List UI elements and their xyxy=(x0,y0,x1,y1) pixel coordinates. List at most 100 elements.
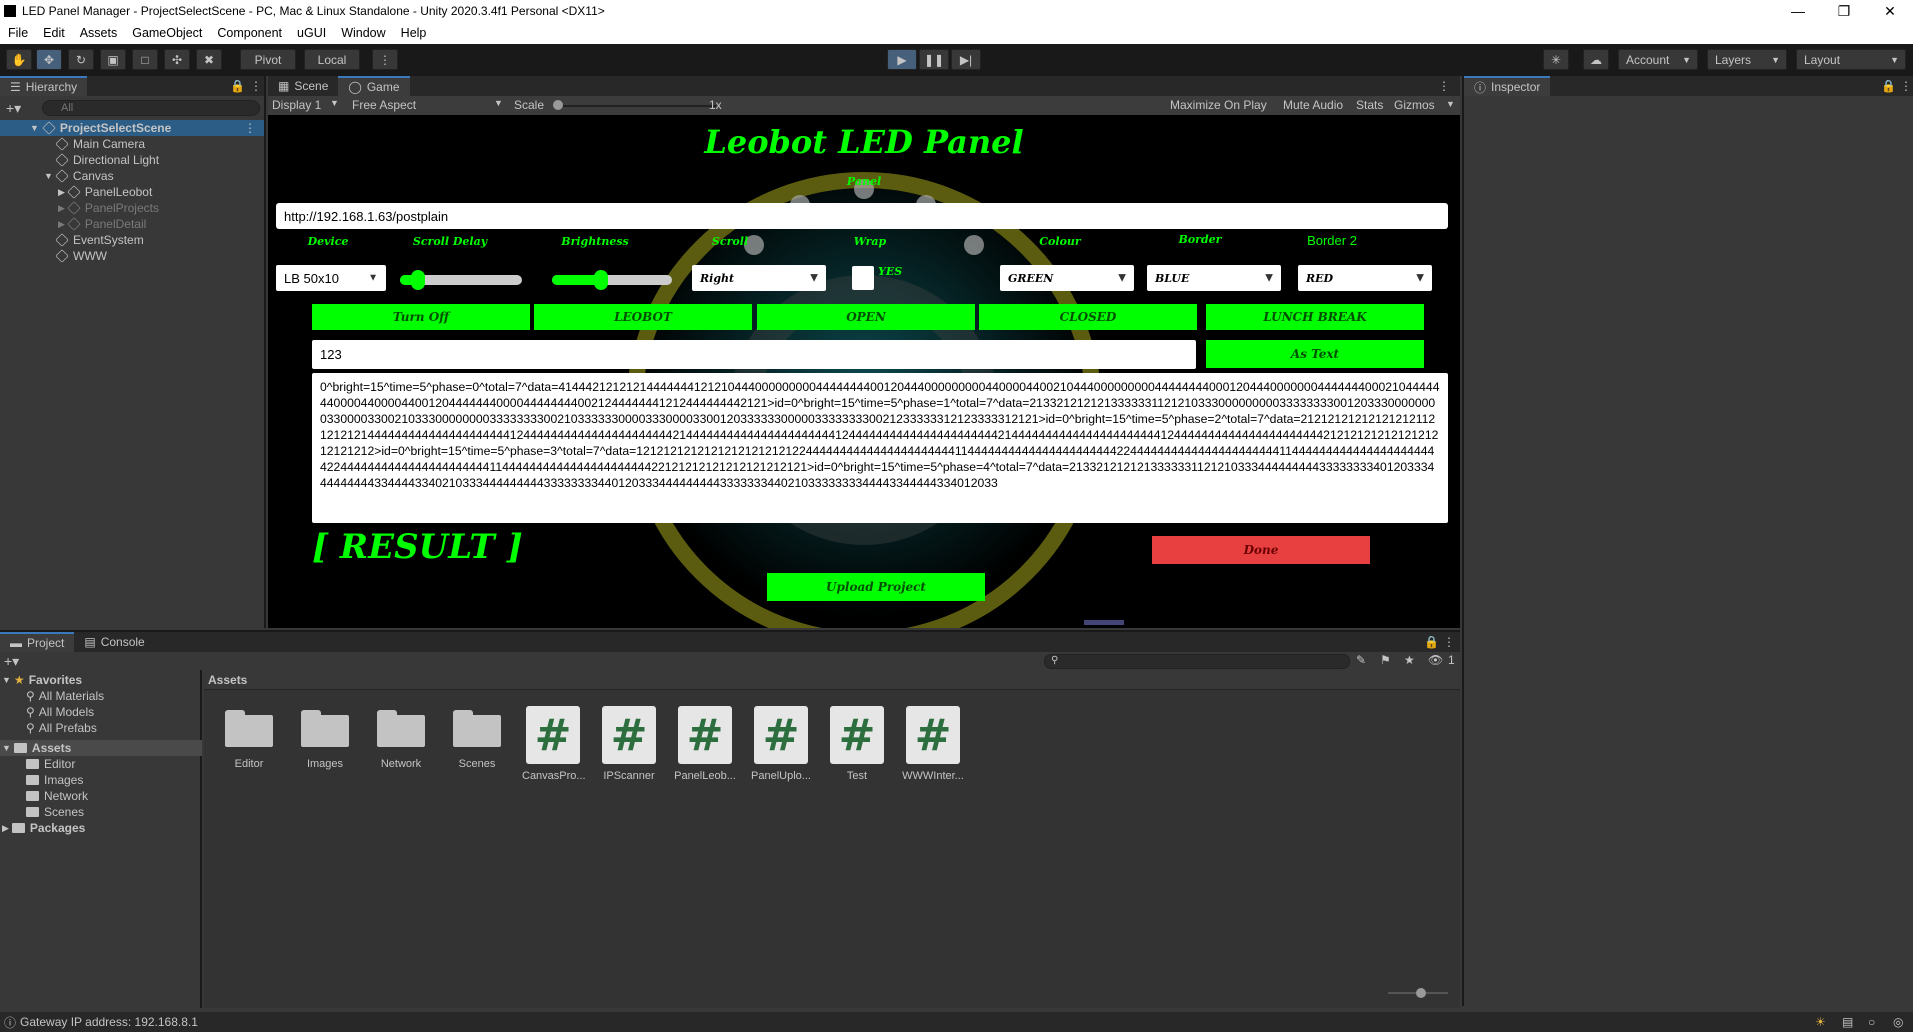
hierarchy-item-paneldetail[interactable]: ▶ PanelDetail xyxy=(0,216,264,232)
collapse-arrow-icon[interactable]: ▶ xyxy=(2,823,9,834)
stats-toggle[interactable]: Stats xyxy=(1356,98,1383,112)
lunch-break-button[interactable]: LUNCH BREAK xyxy=(1206,304,1424,330)
maximize-icon[interactable]: ❐ xyxy=(1821,0,1867,22)
menu-file[interactable]: File xyxy=(0,26,35,40)
border-dropdown[interactable]: BLUE ▼ xyxy=(1147,265,1281,291)
tab-scene[interactable]: ▦ Scene xyxy=(268,76,339,96)
hierarchy-item-scene[interactable]: ▼ ProjectSelectScene ⋮ xyxy=(0,120,264,136)
menu-ugui[interactable]: uGUI xyxy=(289,26,333,40)
custom-tool-icon[interactable]: ✖ xyxy=(196,49,222,70)
gizmos-toggle[interactable]: Gizmos xyxy=(1394,98,1435,112)
hierarchy-search-input[interactable] xyxy=(42,100,260,116)
asset-item[interactable]: # PanelUplo... xyxy=(750,706,812,782)
aspect-dropdown[interactable]: Free Aspect xyxy=(352,98,416,112)
collab-icon[interactable]: ✳ xyxy=(1543,49,1569,70)
collapse-arrow-icon[interactable]: ▶ xyxy=(58,219,65,230)
step-button[interactable]: ▶| xyxy=(951,49,981,70)
asset-item[interactable]: # CanvasPro... xyxy=(522,706,586,782)
open-button[interactable]: OPEN xyxy=(757,304,975,330)
asset-item[interactable]: Editor xyxy=(218,706,280,770)
scroll-delay-thumb[interactable] xyxy=(411,270,425,290)
done-button[interactable]: Done xyxy=(1152,536,1370,564)
turn-off-button[interactable]: Turn Off xyxy=(312,304,530,330)
kebab-menu-icon[interactable]: ⋮ xyxy=(1443,635,1455,649)
tree-editor[interactable]: Editor xyxy=(0,756,202,772)
minimize-icon[interactable]: — xyxy=(1775,0,1821,22)
close-icon[interactable]: ✕ xyxy=(1867,0,1913,22)
hierarchy-item-www[interactable]: WWW xyxy=(0,248,264,264)
hierarchy-item-eventsystem[interactable]: EventSystem xyxy=(0,232,264,248)
asset-item[interactable]: # Test xyxy=(826,706,888,782)
collapse-arrow-icon[interactable]: ▶ xyxy=(58,203,65,214)
tab-project[interactable]: ▬ Project xyxy=(0,632,75,652)
hierarchy-item-canvas[interactable]: ▼ Canvas xyxy=(0,168,264,184)
favorite-all-materials[interactable]: ⚲ All Materials xyxy=(0,688,202,704)
tab-console[interactable]: ▤ Console xyxy=(74,632,155,652)
kebab-menu-icon[interactable]: ⋮ xyxy=(250,79,262,93)
kebab-menu-icon[interactable]: ⋮ xyxy=(1900,79,1912,93)
hand-tool-icon[interactable]: ✋ xyxy=(6,49,32,70)
cloud-icon[interactable]: ☁ xyxy=(1583,49,1609,70)
lock-icon[interactable]: 🔒 xyxy=(1881,79,1896,93)
debug-icon[interactable]: ◎ xyxy=(1893,1015,1903,1029)
pause-button[interactable]: ❚❚ xyxy=(919,49,949,70)
transform-tool-icon[interactable]: ✣ xyxy=(164,49,190,70)
menu-help[interactable]: Help xyxy=(393,26,434,40)
play-button[interactable]: ▶ xyxy=(887,49,917,70)
rect-tool-icon[interactable]: □ xyxy=(132,49,158,70)
scale-tool-icon[interactable]: ▣ xyxy=(100,49,126,70)
hierarchy-item-main-camera[interactable]: Main Camera xyxy=(0,136,264,152)
wrap-checkbox[interactable] xyxy=(852,266,874,290)
tab-inspector[interactable]: ⓘ Inspector xyxy=(1464,76,1551,96)
menu-gameobject[interactable]: GameObject xyxy=(124,26,209,40)
asset-item[interactable]: # PanelLeob... xyxy=(674,706,736,782)
rotate-tool-icon[interactable]: ↻ xyxy=(68,49,94,70)
breadcrumb-assets[interactable]: Assets xyxy=(208,673,247,687)
display-dropdown[interactable]: Display 1 xyxy=(272,98,321,112)
as-text-button[interactable]: As Text xyxy=(1206,340,1424,368)
tab-hierarchy[interactable]: ☰ Hierarchy xyxy=(0,76,88,96)
kebab-menu-icon[interactable]: ⋮ xyxy=(1438,79,1450,93)
collapse-arrow-icon[interactable]: ▶ xyxy=(58,187,65,198)
device-dropdown[interactable]: LB 50x10 ▼ xyxy=(276,265,386,291)
closed-button[interactable]: CLOSED xyxy=(979,304,1197,330)
layout-dropdown[interactable]: Layout ▼ xyxy=(1796,49,1906,70)
hidden-packages-icon[interactable]: 👁 xyxy=(1428,653,1443,667)
asset-item[interactable]: # WWWInter... xyxy=(902,706,964,782)
icon-size-thumb[interactable] xyxy=(1416,988,1426,998)
expand-arrow-icon[interactable]: ▼ xyxy=(2,743,11,753)
expand-arrow-icon[interactable]: ▼ xyxy=(44,171,53,181)
asset-item[interactable]: # IPScanner xyxy=(598,706,660,782)
kebab-menu-icon[interactable]: ⋮ xyxy=(244,121,256,135)
expand-arrow-icon[interactable]: ▼ xyxy=(30,123,39,133)
pivot-toggle[interactable]: Pivot xyxy=(240,49,296,70)
filter-label-icon[interactable]: ⚑ xyxy=(1380,653,1391,667)
scale-slider-thumb[interactable] xyxy=(553,100,563,110)
menu-edit[interactable]: Edit xyxy=(35,26,72,40)
scroll-dropdown[interactable]: Right ▼ xyxy=(692,265,826,291)
asset-item[interactable]: Images xyxy=(294,706,356,770)
add-icon[interactable]: +▾ xyxy=(6,100,21,117)
asset-item[interactable]: Network xyxy=(370,706,432,770)
network-icon[interactable]: ○ xyxy=(1868,1015,1875,1029)
border2-dropdown[interactable]: RED ▼ xyxy=(1298,265,1432,291)
layers-dropdown[interactable]: Layers ▼ xyxy=(1707,49,1787,70)
favorites-node[interactable]: ▼ ★ Favorites xyxy=(0,672,202,688)
filter-type-icon[interactable]: ✎ xyxy=(1356,653,1366,667)
mute-audio-toggle[interactable]: Mute Audio xyxy=(1283,98,1343,112)
hierarchy-item-directional-light[interactable]: Directional Light xyxy=(0,152,264,168)
cache-icon[interactable]: ▤ xyxy=(1842,1015,1853,1029)
maximize-on-play-toggle[interactable]: Maximize On Play xyxy=(1170,98,1267,112)
colour-dropdown[interactable]: GREEN ▼ xyxy=(1000,265,1134,291)
favorite-star-icon[interactable]: ★ xyxy=(1404,653,1415,667)
expand-arrow-icon[interactable]: ▼ xyxy=(2,675,11,685)
upload-project-button[interactable]: Upload Project xyxy=(767,573,985,601)
favorite-all-prefabs[interactable]: ⚲ All Prefabs xyxy=(0,720,202,736)
tab-game[interactable]: ◯ Game xyxy=(338,76,410,96)
grid-snap-icon[interactable]: ⋮ xyxy=(372,49,398,70)
asset-item[interactable]: Scenes xyxy=(446,706,508,770)
add-icon[interactable]: +▾ xyxy=(4,653,19,670)
move-tool-icon[interactable]: ✥ xyxy=(36,49,62,70)
project-search-input[interactable]: ⚲ xyxy=(1044,654,1350,669)
hierarchy-item-panelprojects[interactable]: ▶ PanelProjects xyxy=(0,200,264,216)
